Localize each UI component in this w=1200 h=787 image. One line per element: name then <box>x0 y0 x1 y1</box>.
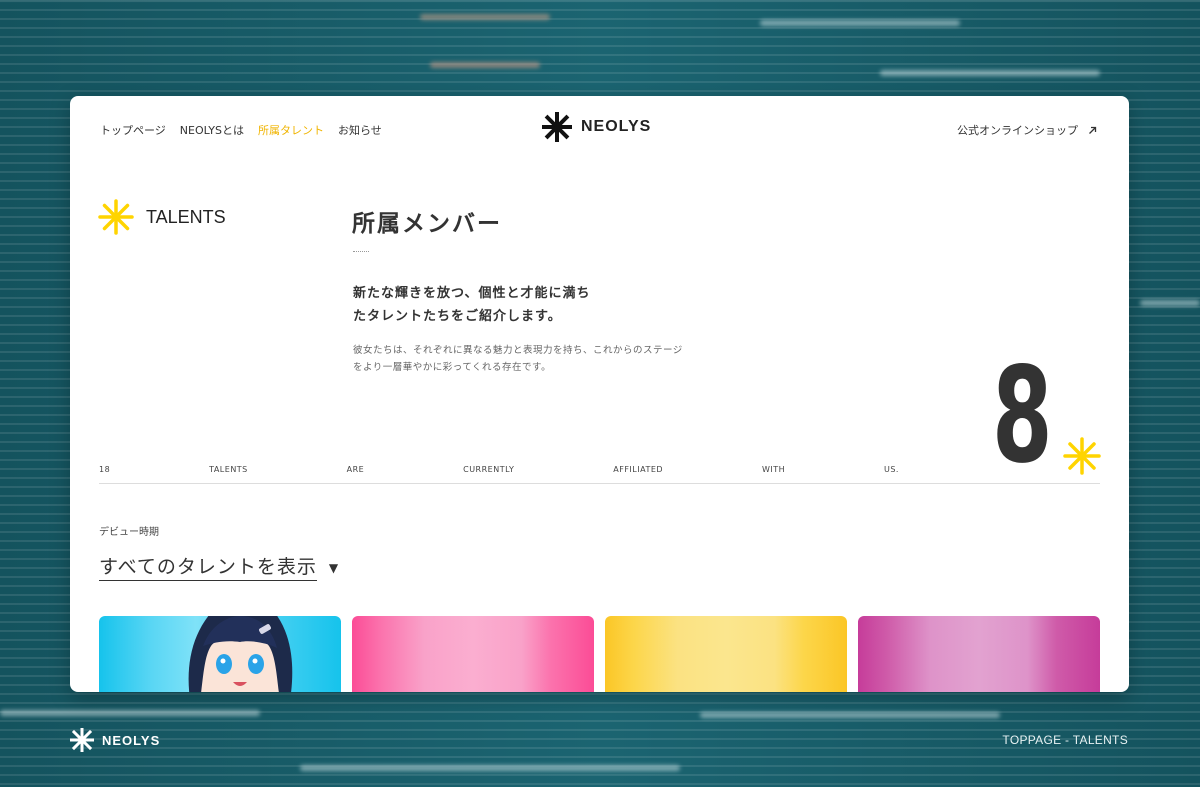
talent-card[interactable] <box>605 616 847 692</box>
footer-logo[interactable]: NEOLYS <box>70 728 160 752</box>
nav-item-talents[interactable]: 所属タレント <box>258 122 324 138</box>
footer-brand: NEOLYS <box>102 732 161 748</box>
debut-period-value: すべてのタレントを表示 <box>99 552 317 581</box>
bg-streak <box>300 765 680 771</box>
section-label-text: TALENTS <box>146 206 226 227</box>
ticker-word: AFFILIATED <box>613 465 664 474</box>
talents-page-card: トップページ NEOLYSとは 所属タレント お知らせ NEOLYS 公式オンラ… <box>70 96 1129 692</box>
bg-streak <box>430 62 540 68</box>
bg-streak <box>760 20 960 26</box>
main-nav: トップページ NEOLYSとは 所属タレント お知らせ <box>100 122 382 138</box>
lead-text: 新たな輝きを放つ、個性と才能に満ち たタレントたちをご紹介します。 <box>353 282 590 328</box>
external-arrow-icon <box>1089 126 1097 134</box>
asterisk-logo-icon <box>542 112 572 142</box>
talent-count-ticker: 18 TALENTS ARE CURRENTLY AFFILIATED WITH… <box>99 465 899 474</box>
section-label: TALENTS <box>98 199 226 235</box>
bg-streak <box>0 710 260 716</box>
lead-line-2: たタレントたちをご紹介します。 <box>353 309 562 324</box>
dropdown-triangle-icon: ▼ <box>328 561 339 575</box>
site-logo[interactable]: NEOLYS <box>542 112 651 142</box>
ticker-word: TALENTS <box>209 465 248 474</box>
ticker-word: WITH <box>761 465 786 474</box>
bg-streak <box>420 14 550 20</box>
asterisk-logo-icon <box>70 728 94 752</box>
bg-streak <box>1140 300 1200 306</box>
lead-line-1: 新たな輝きを放つ、個性と才能に満ち <box>353 286 591 301</box>
ticker-word: CURRENTLY <box>463 465 515 474</box>
bg-streak <box>700 712 1000 718</box>
bg-streak <box>880 70 1100 76</box>
nav-item-about[interactable]: NEOLYSとは <box>180 122 244 138</box>
talent-count-number: 8 <box>992 339 1053 493</box>
divider-line <box>99 483 1100 484</box>
description-text: 彼女たちは、それぞれに異なる魅力と表現力を持ち、これからのステージをより一層華や… <box>353 345 683 373</box>
nav-item-top[interactable]: トップページ <box>100 122 166 138</box>
ticker-word: 18 <box>99 465 111 474</box>
asterisk-icon <box>98 199 134 235</box>
talent-card[interactable] <box>99 616 341 692</box>
online-shop-label: 公式オンラインショップ <box>957 124 1078 137</box>
brand-name: NEOLYS <box>581 118 652 135</box>
nav-item-news[interactable]: お知らせ <box>338 122 382 138</box>
asterisk-accent-icon <box>1063 437 1101 475</box>
online-shop-link[interactable]: 公式オンラインショップ <box>957 122 1097 138</box>
page-title: 所属メンバー <box>352 211 502 237</box>
breadcrumb: TOPPAGE - TALENTS <box>1002 733 1128 747</box>
title-divider <box>353 251 369 252</box>
ticker-word: ARE <box>346 465 365 474</box>
debut-period-select[interactable]: すべてのタレントを表示 ▼ <box>99 552 338 581</box>
talent-card[interactable] <box>352 616 594 692</box>
talent-portrait <box>188 616 293 692</box>
ticker-word: US. <box>883 465 899 474</box>
debut-period-label: デビュー時期 <box>99 527 159 538</box>
talent-card[interactable] <box>858 616 1100 692</box>
